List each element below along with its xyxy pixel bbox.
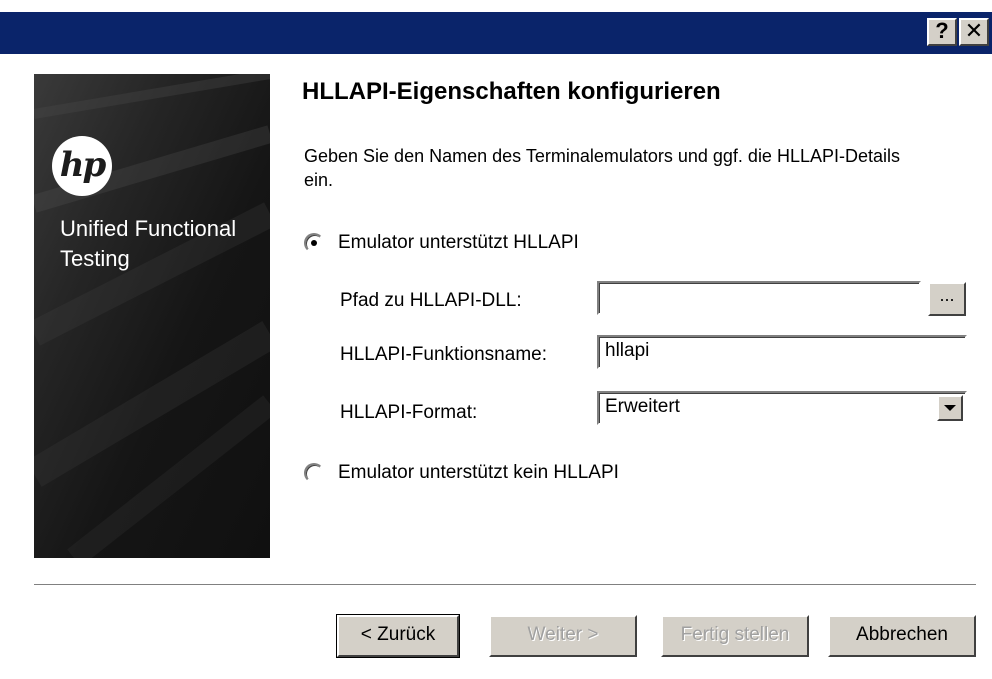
close-button[interactable]: ✕ <box>959 18 989 46</box>
hp-logo: hp <box>52 136 112 196</box>
finish-button[interactable]: Fertig stellen <box>661 615 809 657</box>
page-title: HLLAPI-Eigenschaften konfigurieren <box>302 78 721 105</box>
radio-button-unselected[interactable] <box>304 463 324 483</box>
product-name: Unified Functional Testing <box>60 216 237 271</box>
function-name-label: HLLAPI-Funktionsname: <box>340 344 547 365</box>
next-button[interactable]: Weiter > <box>489 615 637 657</box>
radio-emulator-no-hllapi[interactable]: Emulator unterstützt kein HLLAPI <box>304 462 619 484</box>
back-button[interactable]: < Zurück <box>336 614 460 658</box>
cancel-button[interactable]: Abbrechen <box>828 615 976 657</box>
chevron-down-icon[interactable] <box>937 395 963 421</box>
radio-label: Emulator unterstützt HLLAPI <box>338 232 579 253</box>
format-label: HLLAPI-Format: <box>340 402 478 423</box>
radio-emulator-supports-hllapi[interactable]: Emulator unterstützt HLLAPI <box>304 232 579 254</box>
browse-button[interactable]: ... <box>928 282 966 316</box>
format-select[interactable]: Erweitert <box>597 391 967 425</box>
format-select-value: Erweitert <box>605 396 680 417</box>
help-button[interactable]: ? <box>927 18 957 46</box>
separator <box>34 584 976 586</box>
side-banner: hp Unified Functional Testing <box>34 74 270 558</box>
wizard-dialog: hp Unified Functional Testing HLLAPI-Eig… <box>0 62 992 679</box>
title-bar: ? ✕ <box>0 0 992 62</box>
title-bar-fill <box>0 12 992 54</box>
radio-label: Emulator unterstützt kein HLLAPI <box>338 462 619 483</box>
dll-path-label: Pfad zu HLLAPI-DLL: <box>340 290 522 311</box>
radio-button-selected[interactable] <box>304 233 324 253</box>
function-name-input[interactable]: hllapi <box>597 335 967 369</box>
dll-path-input[interactable] <box>597 281 921 315</box>
page-description: Geben Sie den Namen des Terminalemulator… <box>304 146 900 190</box>
